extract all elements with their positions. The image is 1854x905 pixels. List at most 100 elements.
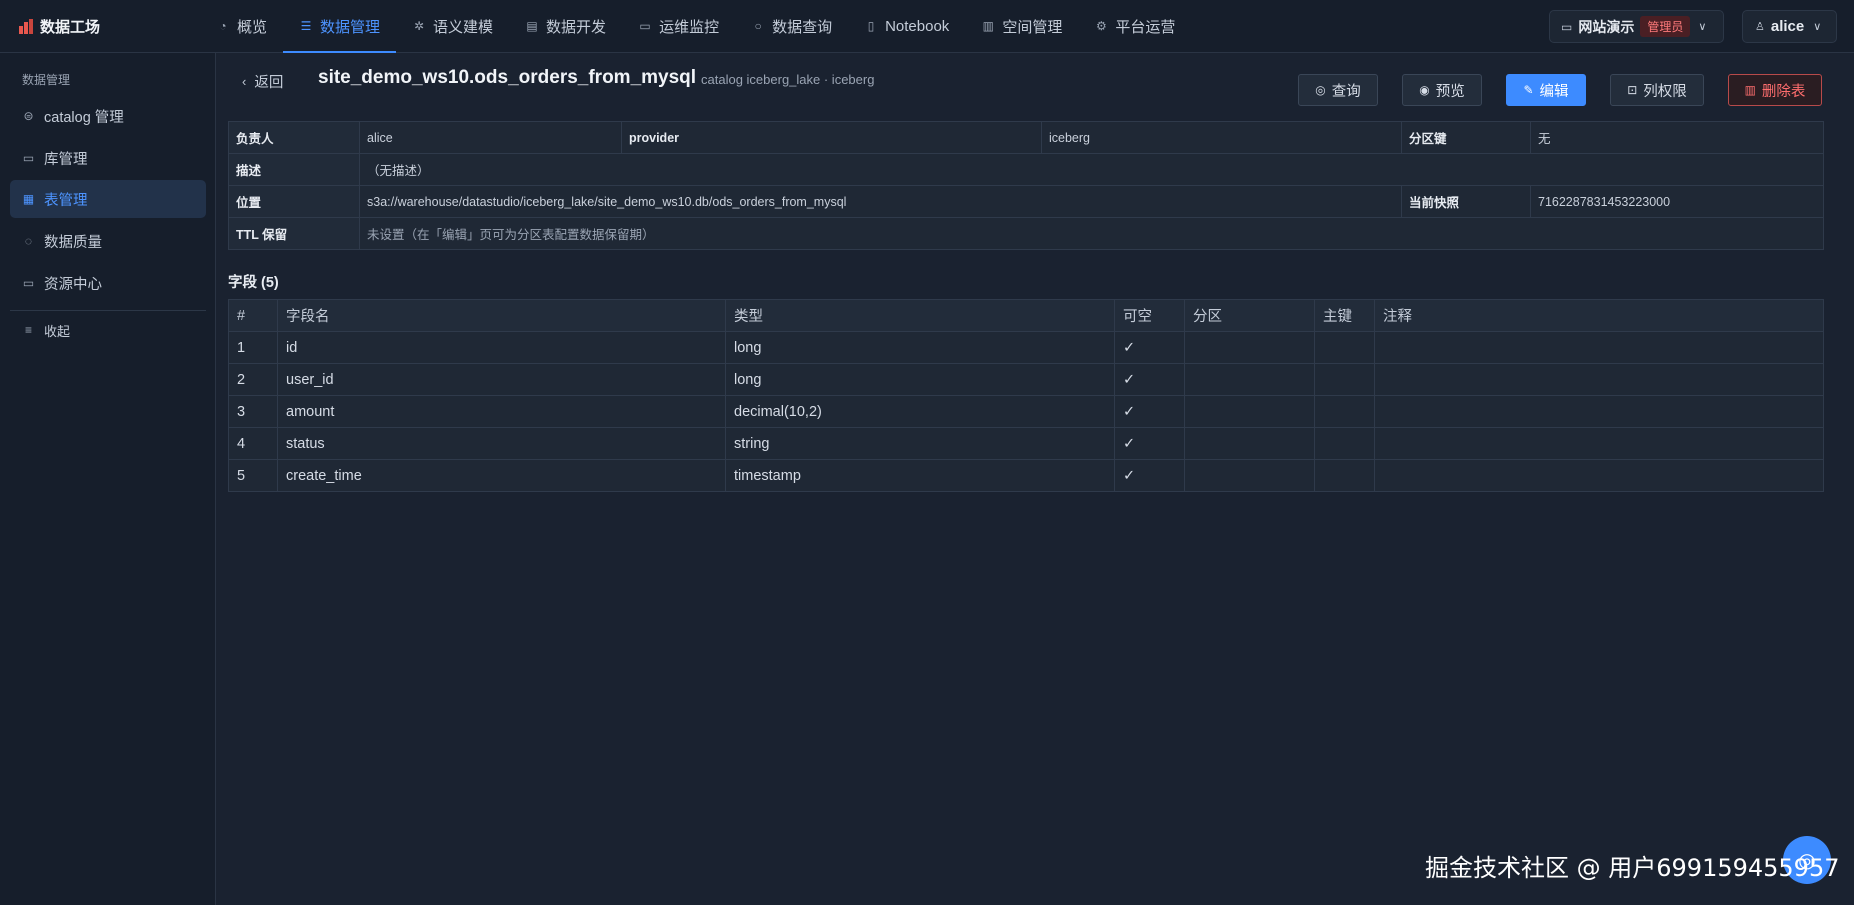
column-header: 类型 — [725, 299, 1115, 332]
lock-icon: ⊡ — [1627, 83, 1638, 97]
nav-item-ops-monitoring[interactable]: ▭ 运维监控 — [622, 0, 735, 53]
snapshot-label: 当前快照 — [1401, 185, 1531, 218]
sidebar-item-label: 数据质量 — [44, 234, 102, 251]
field-partition — [1184, 331, 1315, 364]
field-comment — [1374, 459, 1824, 492]
folder-icon: ▭ — [22, 151, 35, 165]
nav-item-label: 数据开发 — [546, 18, 607, 36]
preview-button[interactable]: ◉ 预览 — [1402, 74, 1482, 106]
provider-value: iceberg — [1041, 121, 1402, 154]
nav-item-label: 运维监控 — [659, 18, 720, 36]
field-partition — [1184, 459, 1315, 492]
field-type: string — [725, 427, 1115, 460]
table-row: 5 create_time timestamp ✓ — [228, 459, 1824, 492]
workspace-name: 网站演示 — [1578, 18, 1635, 35]
query-button[interactable]: ◎ 查询 — [1298, 74, 1378, 106]
owner-value: alice — [359, 121, 622, 154]
sidebar-item-database[interactable]: ▭ 库管理 — [10, 139, 206, 177]
field-type: long — [725, 331, 1115, 364]
nav-item-label: 概览 — [237, 18, 268, 36]
edit-button[interactable]: ✎ 编辑 — [1506, 74, 1586, 106]
main-nav: ◔ 概览 ☰ 数据管理 ✲ 语义建模 ▤ 数据开发 ▭ 运维监控 ○ 数据查询 … — [200, 0, 1191, 53]
row-number: 5 — [228, 459, 278, 492]
edit-label: 编辑 — [1539, 83, 1569, 100]
sidebar-section-title: 数据管理 — [22, 73, 71, 87]
role-badge: 管理员 — [1640, 16, 1691, 37]
info-row: 负责人 alice provider iceberg 分区键 无 — [228, 121, 1824, 154]
user-menu[interactable]: ♙ alice ∨ — [1742, 10, 1837, 43]
folder-icon: ▭ — [1561, 19, 1573, 34]
field-primary-key — [1314, 363, 1375, 396]
description-label: 描述 — [228, 153, 360, 186]
table-row: 3 amount decimal(10,2) ✓ — [228, 395, 1824, 428]
field-nullable: ✓ — [1114, 363, 1185, 396]
gear-icon: ⚙ — [1095, 19, 1107, 33]
nav-item-data-query[interactable]: ○ 数据查询 — [735, 0, 848, 53]
sidebar-item-label: 资源中心 — [44, 276, 102, 293]
nav-item-data-development[interactable]: ▤ 数据开发 — [509, 0, 622, 53]
chevron-left-icon: ‹ — [242, 73, 247, 89]
partition-key-value: 无 — [1530, 121, 1824, 154]
field-type: long — [725, 363, 1115, 396]
collapse-label: 收起 — [44, 323, 71, 339]
preview-label: 预览 — [1435, 83, 1465, 100]
row-number: 2 — [228, 363, 278, 396]
snapshot-value: 7162287831453223000 — [1530, 185, 1824, 218]
watermark: 掘金技术社区 @ 用户699159455957 — [1425, 854, 1840, 882]
field-nullable: ✓ — [1114, 331, 1185, 364]
row-number: 3 — [228, 395, 278, 428]
sidebar-item-label: catalog 管理 — [44, 109, 124, 126]
workspace-switcher[interactable]: ▭ 网站演示 管理员 ∨ — [1549, 10, 1724, 43]
sidebar-item-catalog[interactable]: ⊜ catalog 管理 — [10, 97, 206, 135]
delete-label: 删除表 — [1761, 83, 1806, 100]
info-row: 描述 （无描述） — [228, 153, 1824, 186]
nav-item-platform-operations[interactable]: ⚙ 平台运营 — [1078, 0, 1191, 53]
permissions-label: 列权限 — [1643, 83, 1687, 100]
nav-item-space-management[interactable]: ▥ 空间管理 — [965, 0, 1078, 53]
field-nullable: ✓ — [1114, 427, 1185, 460]
field-partition — [1184, 427, 1315, 460]
row-number: 1 — [228, 331, 278, 364]
sidebar-collapse-button[interactable]: ≡ 收起 — [10, 311, 206, 349]
brand-title: 数据工场 — [40, 18, 101, 36]
field-comment — [1374, 427, 1824, 460]
code-icon: ▤ — [526, 19, 538, 33]
fields-table: # 字段名 类型 可空 分区 主键 注释 1 id long ✓ 2 user_… — [228, 299, 1824, 492]
nav-item-semantic-modeling[interactable]: ✲ 语义建模 — [396, 0, 509, 53]
catalog-info: catalog iceberg_lake · iceberg — [701, 72, 875, 87]
chevron-down-icon: ∨ — [1698, 21, 1707, 33]
table-row: 2 user_id long ✓ — [228, 363, 1824, 396]
nav-item-overview[interactable]: ◔ 概览 — [200, 0, 283, 53]
user-icon: ♙ — [1755, 21, 1765, 33]
nav-item-notebook[interactable]: ▯ Notebook — [848, 0, 965, 53]
location-label: 位置 — [228, 185, 360, 218]
table-row: 1 id long ✓ — [228, 331, 1824, 364]
menu-icon: ≡ — [24, 323, 32, 337]
nav-item-data-management[interactable]: ☰ 数据管理 — [283, 0, 397, 53]
sidebar-item-data-quality[interactable]: ◌ 数据质量 — [10, 222, 206, 260]
delete-table-button[interactable]: ▥ 删除表 — [1728, 74, 1822, 106]
column-header: 主键 — [1314, 299, 1375, 332]
row-number: 4 — [228, 427, 278, 460]
fields-title: 字段 (5) — [228, 275, 279, 291]
ttl-value: 未设置（在「编辑」页可为分区表配置数据保留期） — [359, 217, 1824, 250]
column-permissions-button[interactable]: ⊡ 列权限 — [1610, 74, 1704, 106]
back-button[interactable]: ‹ 返回 — [242, 70, 283, 92]
gauge-icon: ◔ — [219, 19, 227, 33]
nav-item-label: 数据查询 — [772, 18, 833, 36]
table-icon: ▦ — [22, 192, 35, 206]
field-name: user_id — [277, 363, 726, 396]
field-name: id — [277, 331, 726, 364]
user-name: alice — [1770, 18, 1805, 35]
sidebar-item-resource-center[interactable]: ▭ 资源中心 — [10, 264, 206, 302]
check-circle-icon: ◌ — [24, 234, 33, 248]
field-type: timestamp — [725, 459, 1115, 492]
factory-logo-icon — [19, 18, 36, 34]
brand[interactable]: 数据工场 — [0, 0, 200, 53]
field-nullable: ✓ — [1114, 459, 1185, 492]
page-title: site_demo_ws10.ods_orders_from_mysql — [318, 67, 697, 88]
database-icon: ☰ — [300, 19, 312, 33]
sidebar-item-table[interactable]: ▦ 表管理 — [10, 180, 206, 218]
building-icon: ▥ — [982, 19, 994, 33]
chevron-down-icon: ∨ — [1813, 21, 1822, 33]
